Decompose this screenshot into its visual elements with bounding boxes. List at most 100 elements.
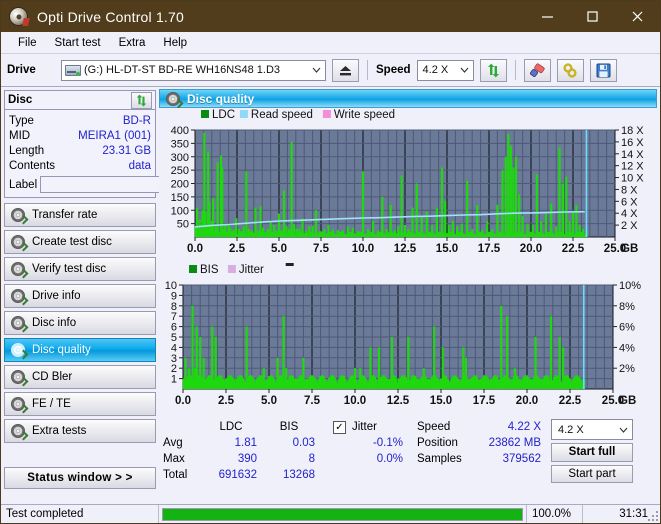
drive-toolbar: Drive (G:) HL-DT-ST BD-RE WH16NS48 1.D3 …: [1, 54, 660, 87]
sidebar-item-verify-test-disc[interactable]: Verify test disc: [4, 257, 156, 281]
sidebar-item-drive-info[interactable]: Drive info: [4, 284, 156, 308]
status-bar: Test completed 100.0% 31:31: [1, 504, 660, 523]
page-title: Disc quality: [187, 91, 255, 106]
chevron-down-icon: [308, 61, 325, 80]
disc-row-key: MID: [9, 129, 31, 142]
link-button[interactable]: [556, 58, 584, 82]
menu-item-help[interactable]: Help: [154, 34, 196, 52]
sidebar-item-label: Extra tests: [32, 425, 87, 437]
stats-total-ldc: 691632: [218, 469, 257, 481]
eject-button[interactable]: [332, 58, 359, 82]
disc-row-value: MEIRA1 (001): [78, 129, 151, 142]
menu-item-file[interactable]: File: [9, 34, 46, 52]
svg-text:6 X: 6 X: [621, 196, 638, 208]
jitter-checkbox[interactable]: ✓: [333, 420, 346, 434]
disc-row-value: BD-R: [122, 114, 151, 127]
svg-text:2.5: 2.5: [218, 395, 235, 407]
disc-refresh-button[interactable]: [131, 91, 152, 109]
svg-text:10.0: 10.0: [344, 395, 366, 407]
progress-fill: [163, 508, 522, 520]
stats-col-bis: BIS: [279, 421, 299, 433]
ldc-chart-svg: LDC Read speed Write speed 50 100150200 25030…: [171, 109, 645, 255]
svg-text:150: 150: [171, 192, 189, 204]
sidebar-item-fe-te[interactable]: FE / TE: [4, 392, 156, 416]
window-title: Opti Drive Control 1.70: [37, 8, 184, 25]
svg-text:14 X: 14 X: [621, 149, 644, 161]
svg-text:Read speed: Read speed: [251, 109, 313, 121]
start-part-button[interactable]: Start part: [551, 464, 633, 483]
svg-text:17.5: 17.5: [478, 243, 501, 255]
svg-text:7: 7: [171, 311, 177, 323]
svg-text:15.0: 15.0: [436, 243, 458, 255]
svg-text:300: 300: [171, 152, 189, 164]
svg-text:20.0: 20.0: [516, 395, 538, 407]
action-buttons: 4.2 X Start full Start part: [551, 419, 633, 483]
sidebar-item-transfer-rate[interactable]: Transfer rate: [4, 203, 156, 227]
close-icon[interactable]: [615, 1, 660, 32]
stats-max-bis: 8: [308, 453, 315, 465]
sidebar-item-label: FE / TE: [32, 398, 71, 410]
svg-text:15.0: 15.0: [430, 395, 452, 407]
title-bar: Opti Drive Control 1.70: [1, 1, 660, 32]
disc-row-length: Length 23.31 GB: [9, 143, 151, 158]
drive-select-value: (G:) HL-DT-ST BD-RE WH16NS48 1.D3: [84, 64, 281, 76]
stats-row-key: Avg: [163, 437, 183, 449]
disc-icon: [11, 424, 29, 441]
svg-text:10 X: 10 X: [621, 173, 644, 185]
svg-text:Write speed: Write speed: [334, 109, 395, 121]
progress-percent: 100.0%: [526, 505, 582, 523]
samples-readout-value: 379562: [502, 453, 541, 465]
stats-panel: LDC BIS Avg 1.81 0.03 Max 390 8 Total 69…: [159, 415, 657, 483]
disc-row-value: data: [128, 159, 151, 172]
menu-bar: File Start test Extra Help: [1, 32, 660, 54]
disc-icon: [11, 289, 29, 306]
menu-item-extra[interactable]: Extra: [110, 34, 155, 52]
svg-text:6: 6: [171, 322, 177, 334]
disc-label-key: Label: [9, 178, 38, 191]
svg-text:100: 100: [171, 205, 189, 217]
svg-text:7.5: 7.5: [304, 395, 321, 407]
sidebar-item-disc-info[interactable]: Disc info: [4, 311, 156, 335]
drive-select[interactable]: (G:) HL-DT-ST BD-RE WH16NS48 1.D3: [61, 59, 326, 81]
disc-label-row: Label: [9, 176, 242, 193]
disc-icon: [11, 316, 29, 333]
sidebar-item-cd-bler[interactable]: CD Bler: [4, 365, 156, 389]
test-speed-select[interactable]: 4.2 X: [551, 419, 633, 440]
minimize-icon[interactable]: [525, 1, 570, 32]
sidebar-item-disc-quality[interactable]: Disc quality: [4, 338, 156, 362]
svg-text:0.0: 0.0: [187, 243, 203, 255]
svg-text:2%: 2%: [619, 363, 635, 375]
erase-button[interactable]: [523, 58, 551, 82]
refresh-button[interactable]: [479, 58, 507, 82]
maximize-icon[interactable]: [570, 1, 615, 32]
stats-row-key: Max: [163, 453, 185, 465]
disc-icon: [11, 370, 29, 387]
disc-icon: [11, 262, 29, 279]
resize-grip[interactable]: [647, 510, 658, 521]
stats-avg-ldc: 1.81: [234, 437, 257, 449]
svg-text:17.5: 17.5: [473, 395, 496, 407]
disc-icon: [11, 208, 29, 225]
jitter-toggle-row: ✓ Jitter: [333, 419, 403, 435]
stats-max-ldc: 390: [237, 453, 257, 465]
svg-text:8%: 8%: [619, 301, 635, 313]
sidebar-item-create-test-disc[interactable]: Create test disc: [4, 230, 156, 254]
sidebar-item-extra-tests[interactable]: Extra tests: [4, 419, 156, 443]
speed-select[interactable]: 4.2 X: [416, 59, 474, 81]
svg-text:GB: GB: [619, 395, 636, 407]
ldc-chart: LDC Read speed Write speed 50 100 150 200 250 30…: [159, 108, 657, 263]
save-button[interactable]: [589, 58, 617, 82]
jitter-label: Jitter: [352, 421, 377, 433]
menu-item-start-test[interactable]: Start test: [46, 34, 110, 52]
status-window-button[interactable]: Status window > >: [4, 467, 156, 489]
bis-chart-svg: BIS Jitter 12345678910 2% 4% 6% 8% 10% 0.0 2.5 5.0…: [165, 263, 641, 407]
start-full-button[interactable]: Start full: [551, 443, 633, 462]
sidebar-item-label: CD Bler: [32, 371, 73, 383]
svg-text:10.0: 10.0: [352, 243, 374, 255]
svg-text:200: 200: [171, 179, 189, 191]
table-row: Total 691632 13268: [163, 467, 321, 483]
stats-avg-bis: 0.03: [292, 437, 315, 449]
svg-text:10%: 10%: [619, 280, 641, 292]
readout-column: Speed 4.22 X Position 23862 MB Samples 3…: [417, 419, 541, 483]
